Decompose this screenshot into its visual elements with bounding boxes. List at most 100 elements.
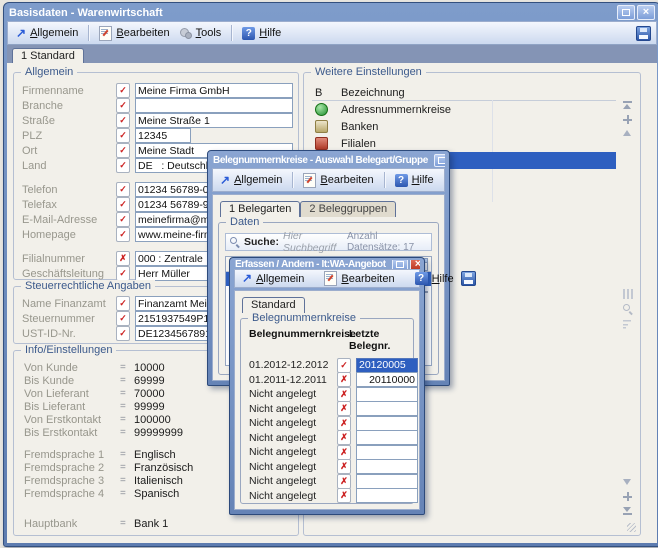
field-input[interactable]	[135, 113, 293, 128]
restore-icon[interactable]	[434, 154, 445, 167]
field-label: Telefax	[22, 199, 116, 211]
menu-bearbeiten-label: Bearbeiten	[341, 273, 394, 285]
scroll-plus-icon[interactable]	[622, 492, 633, 501]
field-edit-icon[interactable]	[116, 143, 130, 158]
field-edit-icon[interactable]	[116, 212, 130, 227]
letzte-belegnr-input[interactable]	[356, 372, 418, 387]
sort-icon[interactable]	[623, 319, 633, 329]
column-header-letzte-belegnr: Letzte Belegnr.	[349, 328, 405, 352]
field-edit-icon[interactable]	[337, 416, 351, 431]
field-edit-icon[interactable]	[116, 128, 130, 143]
menu-allgemein[interactable]: Allgemein	[217, 173, 285, 188]
menu-bearbeiten[interactable]: Bearbeiten	[300, 172, 376, 189]
field-edit-icon[interactable]	[116, 326, 130, 341]
search-bar[interactable]: Suche: Hier Suchbegriff Anzahl Datensätz…	[225, 233, 432, 251]
tab-standard[interactable]: 1 Standard	[12, 48, 84, 64]
field-edit-icon[interactable]	[337, 358, 351, 373]
field-edit-icon[interactable]	[116, 227, 130, 242]
field-input[interactable]	[135, 98, 293, 113]
nummernkreis-label: 01.2012-12.2012	[249, 359, 337, 371]
letzte-belegnr-input[interactable]	[356, 445, 418, 460]
save-icon[interactable]	[461, 271, 476, 286]
settings-row[interactable]: Banken	[312, 118, 616, 135]
search-placeholder[interactable]: Hier Suchbegriff	[283, 230, 343, 254]
field-edit-icon[interactable]	[337, 445, 351, 460]
dialog1-titlebar[interactable]: Belegnummernkreise - Auswahl Belegart/Gr…	[212, 153, 445, 168]
menu-bearbeiten[interactable]: Bearbeiten	[321, 270, 397, 287]
field-edit-icon[interactable]	[337, 430, 351, 445]
tab-beleggruppen[interactable]: 2 Beleggruppen	[300, 201, 396, 217]
menu-allgemein[interactable]: Allgemein	[239, 271, 307, 286]
field-edit-icon[interactable]	[337, 488, 351, 503]
tab-belegarten[interactable]: 1 Belegarten	[220, 201, 300, 217]
scroll-down-icon[interactable]	[622, 478, 633, 487]
letzte-belegnr-input[interactable]	[356, 387, 418, 402]
field-edit-icon[interactable]	[116, 311, 130, 326]
letzte-belegnr-input[interactable]	[356, 401, 418, 416]
field-edit-icon[interactable]	[337, 401, 351, 416]
columns-icon[interactable]	[623, 289, 633, 299]
save-icon[interactable]	[636, 26, 651, 41]
field-edit-icon[interactable]	[337, 372, 351, 387]
letzte-belegnr-input[interactable]	[356, 488, 418, 503]
letzte-belegnr-input[interactable]	[356, 416, 418, 431]
field-edit-icon[interactable]	[337, 459, 351, 474]
field-edit-icon[interactable]	[116, 266, 130, 281]
field-edit-icon[interactable]	[116, 98, 130, 113]
scroll-plus-icon[interactable]	[622, 115, 633, 124]
tab-standard[interactable]: Standard	[242, 297, 305, 313]
bearbeiten-notepad-icon	[324, 271, 337, 286]
nummernkreis-label: Nicht angelegt	[249, 417, 337, 429]
field-edit-icon[interactable]	[337, 474, 351, 489]
menu-hilfe[interactable]: Hilfe	[412, 271, 457, 286]
field-edit-icon[interactable]	[116, 251, 130, 266]
column-header-kreis: Belegnummernkreise	[249, 328, 349, 352]
field-edit-icon[interactable]	[337, 387, 351, 402]
search-icon[interactable]	[623, 304, 633, 314]
menu-tools[interactable]: Tools	[177, 26, 225, 40]
settings-row[interactable]: Adressnummernkreise	[312, 101, 616, 118]
group-steuer-title: Steuerrechtliche Angaben	[21, 280, 155, 292]
toolbar-separator	[88, 25, 89, 41]
weitere-grid-header[interactable]: B Bezeichnung	[312, 85, 616, 101]
scroll-up-icon[interactable]	[622, 129, 633, 138]
dialog2-body: Standard Belegnummernkreise Belegnummern…	[234, 290, 420, 510]
scroll-to-bottom-icon[interactable]	[622, 506, 633, 515]
field-input[interactable]	[135, 83, 293, 98]
column-header-b[interactable]: B	[312, 87, 341, 99]
letzte-belegnr-input[interactable]	[356, 358, 418, 373]
field-edit-icon[interactable]	[116, 182, 130, 197]
dialog2-titlebar[interactable]: Erfassen / Ändern - lt:WA-Angebot	[234, 260, 420, 269]
menu-allgemein[interactable]: Allgemein	[13, 26, 81, 41]
main-titlebar[interactable]: Basisdaten - Warenwirtschaft	[7, 3, 657, 21]
field-edit-icon[interactable]	[116, 113, 130, 128]
field-label: Land	[22, 160, 116, 172]
scroll-to-top-icon[interactable]	[622, 101, 633, 110]
field-edit-icon[interactable]	[116, 197, 130, 212]
info-label: Bis Kunde	[24, 375, 120, 387]
resize-grip-icon[interactable]	[627, 523, 636, 532]
menu-hilfe[interactable]: Hilfe	[239, 26, 284, 41]
tools-gear-icon	[180, 27, 192, 39]
dialog1-title: Belegnummernkreise - Auswahl Belegart/Gr…	[213, 155, 428, 166]
close-icon[interactable]	[410, 260, 420, 269]
menu-hilfe[interactable]: Hilfe	[392, 173, 437, 188]
field-edit-icon[interactable]	[116, 83, 130, 98]
restore-icon[interactable]	[392, 260, 408, 269]
letzte-belegnr-input[interactable]	[356, 459, 418, 474]
field-edit-icon[interactable]	[116, 158, 130, 173]
info-value: 99999	[134, 401, 165, 413]
menu-bearbeiten[interactable]: Bearbeiten	[96, 25, 172, 42]
field-input[interactable]	[135, 128, 191, 143]
nummernkreis-row: Nicht angelegt	[249, 402, 405, 417]
info-label: Hauptbank	[24, 518, 120, 530]
column-header-bezeichnung[interactable]: Bezeichnung	[341, 87, 616, 99]
field-edit-icon[interactable]	[116, 296, 130, 311]
letzte-belegnr-input[interactable]	[356, 474, 418, 489]
screen: Basisdaten - Warenwirtschaft Allgemein B…	[0, 0, 658, 548]
main-window-title: Basisdaten - Warenwirtschaft	[9, 7, 163, 19]
restore-icon[interactable]	[617, 5, 635, 20]
equals-icon	[120, 375, 134, 386]
letzte-belegnr-input[interactable]	[356, 430, 418, 445]
close-icon[interactable]	[637, 5, 655, 20]
